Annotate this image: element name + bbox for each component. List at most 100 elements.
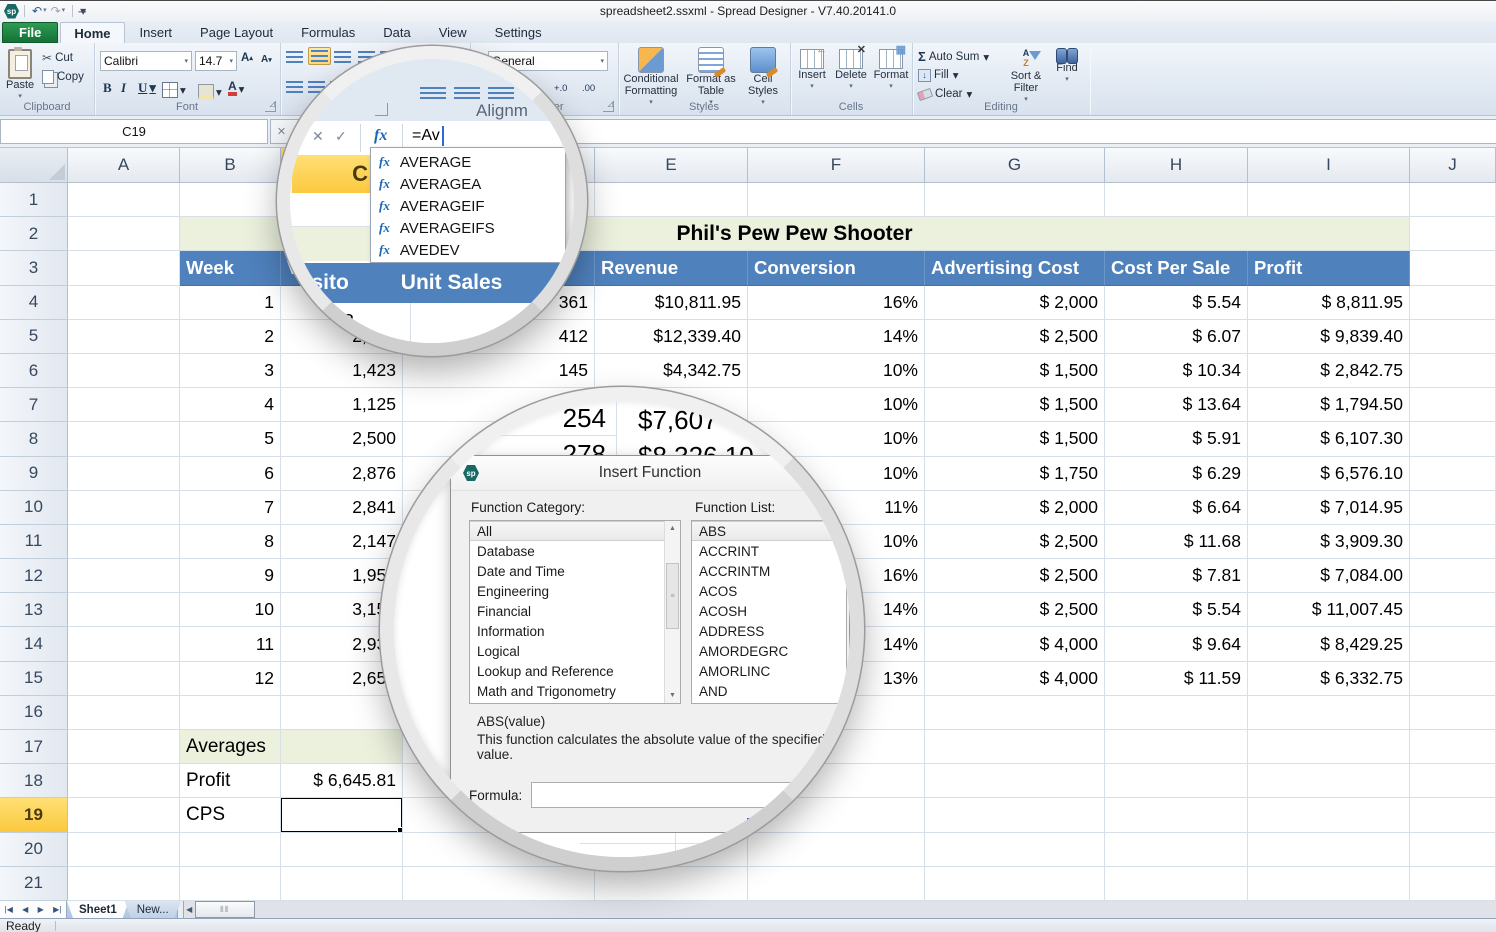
cell-A17[interactable] <box>68 730 180 764</box>
row-header-7[interactable]: 7 <box>0 388 68 422</box>
paste-button[interactable]: Paste▾ <box>6 49 34 103</box>
cell-J21[interactable] <box>1410 867 1496 901</box>
underline-button[interactable]: U▾ <box>138 80 156 96</box>
cell-H21[interactable] <box>1105 867 1248 901</box>
fill-button[interactable]: ↓Fill▾ <box>918 68 958 82</box>
cell-B14[interactable]: 11 <box>180 627 281 661</box>
function-item-acosh[interactable]: ACOSH <box>692 601 846 621</box>
cell-I18[interactable] <box>1248 764 1410 798</box>
number-dialog-launcher[interactable]: ◿ <box>603 101 614 112</box>
cell-A1[interactable] <box>68 183 180 217</box>
cell-J6[interactable] <box>1410 354 1496 388</box>
row-header-17[interactable]: 17 <box>0 730 68 764</box>
cell-C17[interactable] <box>281 730 403 764</box>
cell-H3[interactable]: Cost Per Sale <box>1105 251 1248 285</box>
cell-A13[interactable] <box>68 593 180 627</box>
cell-J17[interactable] <box>1410 730 1496 764</box>
sheet-tab-new[interactable]: New... <box>125 901 181 918</box>
cell-I9[interactable]: $ 6,576.10 <box>1248 457 1410 491</box>
cell-A18[interactable] <box>68 764 180 798</box>
cell-J12[interactable] <box>1410 559 1496 593</box>
cell-J14[interactable] <box>1410 627 1496 661</box>
select-all-corner[interactable] <box>0 148 68 183</box>
cell-J18[interactable] <box>1410 764 1496 798</box>
scroll-down-icon[interactable]: ▼ <box>665 688 680 703</box>
cell-C10[interactable]: 2,841 <box>281 491 403 525</box>
copy-button[interactable]: Copy <box>42 70 84 84</box>
cell-G10[interactable]: $ 2,000 <box>925 491 1105 525</box>
cell-G16[interactable] <box>925 696 1105 730</box>
tab-data[interactable]: Data <box>370 22 423 43</box>
cell-C7[interactable]: 1,125 <box>281 388 403 422</box>
shrink-font-button[interactable]: A▾ <box>261 54 272 65</box>
cell-J16[interactable] <box>1410 696 1496 730</box>
cell-G19[interactable] <box>925 798 1105 832</box>
column-header-I[interactable]: I <box>1248 148 1410 183</box>
cell-I15[interactable]: $ 6,332.75 <box>1248 662 1410 696</box>
cell-I1[interactable] <box>1248 183 1410 217</box>
insert-cells-button[interactable]: ← Insert▾ <box>794 49 830 93</box>
autocomplete-item-averagea[interactable]: fxAVERAGEA <box>371 173 565 195</box>
cell-H16[interactable] <box>1105 696 1248 730</box>
category-item-information[interactable]: Information <box>470 621 673 641</box>
cancel-icon[interactable]: ✕ <box>277 125 286 138</box>
cell-C16[interactable] <box>281 696 403 730</box>
cell-B4[interactable]: 1 <box>180 286 281 320</box>
row-header-9[interactable]: 9 <box>0 457 68 491</box>
cell-F5[interactable]: 14% <box>748 320 925 354</box>
cell-G17[interactable] <box>925 730 1105 764</box>
cell-C21[interactable] <box>281 867 403 901</box>
cell-G21[interactable] <box>925 867 1105 901</box>
fill-color-button[interactable]: ▾ <box>198 84 222 100</box>
function-item-accrint[interactable]: ACCRINT <box>692 541 846 561</box>
format-cells-button[interactable]: ▦ Format▾ <box>872 49 910 93</box>
cell-G18[interactable] <box>925 764 1105 798</box>
cell-C18[interactable]: $ 6,645.81 <box>281 764 403 798</box>
grow-font-button[interactable]: A▴ <box>241 52 253 64</box>
row-header-13[interactable]: 13 <box>0 593 68 627</box>
tab-page-layout[interactable]: Page Layout <box>187 22 286 43</box>
cell-H19[interactable] <box>1105 798 1248 832</box>
cell-A15[interactable] <box>68 662 180 696</box>
column-header-G[interactable]: G <box>925 148 1105 183</box>
cell-J5[interactable] <box>1410 320 1496 354</box>
cell-A9[interactable] <box>68 457 180 491</box>
category-item-financial[interactable]: Financial <box>470 601 673 621</box>
cell-H5[interactable]: $ 6.07 <box>1105 320 1248 354</box>
font-dialog-launcher[interactable]: ◿ <box>265 101 276 112</box>
cell-F21[interactable] <box>748 867 925 901</box>
autocomplete-item-averageifs[interactable]: fxAVERAGEIFS <box>371 217 565 239</box>
cell-J8[interactable] <box>1410 422 1496 456</box>
row-header-19[interactable]: 19 <box>0 798 68 832</box>
cell-H14[interactable]: $ 9.64 <box>1105 627 1248 661</box>
cell-B13[interactable]: 10 <box>180 593 281 627</box>
cell-G1[interactable] <box>925 183 1105 217</box>
cell-C20[interactable] <box>281 833 403 867</box>
row-header-14[interactable]: 14 <box>0 627 68 661</box>
scrollbar-thumb[interactable]: ≡ <box>666 563 679 629</box>
bold-button[interactable]: B <box>103 80 112 96</box>
cell-B9[interactable]: 6 <box>180 457 281 491</box>
cell-H4[interactable]: $ 5.54 <box>1105 286 1248 320</box>
cell-G7[interactable]: $ 1,500 <box>925 388 1105 422</box>
cell-F7[interactable]: 10% <box>748 388 925 422</box>
row-header-20[interactable]: 20 <box>0 833 68 867</box>
cell-H6[interactable]: $ 10.34 <box>1105 354 1248 388</box>
cell-E3[interactable]: Revenue <box>595 251 748 285</box>
font-family-select[interactable]: Calibri▾ <box>100 51 192 71</box>
column-header-A[interactable]: A <box>68 148 180 183</box>
cell-C6[interactable]: 1,423 <box>281 354 403 388</box>
row-header-21[interactable]: 21 <box>0 867 68 901</box>
cell-G12[interactable]: $ 2,500 <box>925 559 1105 593</box>
column-header-J[interactable]: J <box>1410 148 1496 183</box>
cell-B19[interactable]: CPS <box>180 798 281 832</box>
cell-E6[interactable]: $4,342.75 <box>595 354 748 388</box>
cell-G20[interactable] <box>925 833 1105 867</box>
cell-A11[interactable] <box>68 525 180 559</box>
cell-D6[interactable]: 145 <box>403 354 595 388</box>
row-header-2[interactable]: 2 <box>0 217 68 251</box>
tab-home[interactable]: Home <box>60 22 124 43</box>
cell-I16[interactable] <box>1248 696 1410 730</box>
cell-C9[interactable]: 2,876 <box>281 457 403 491</box>
cell-A4[interactable] <box>68 286 180 320</box>
